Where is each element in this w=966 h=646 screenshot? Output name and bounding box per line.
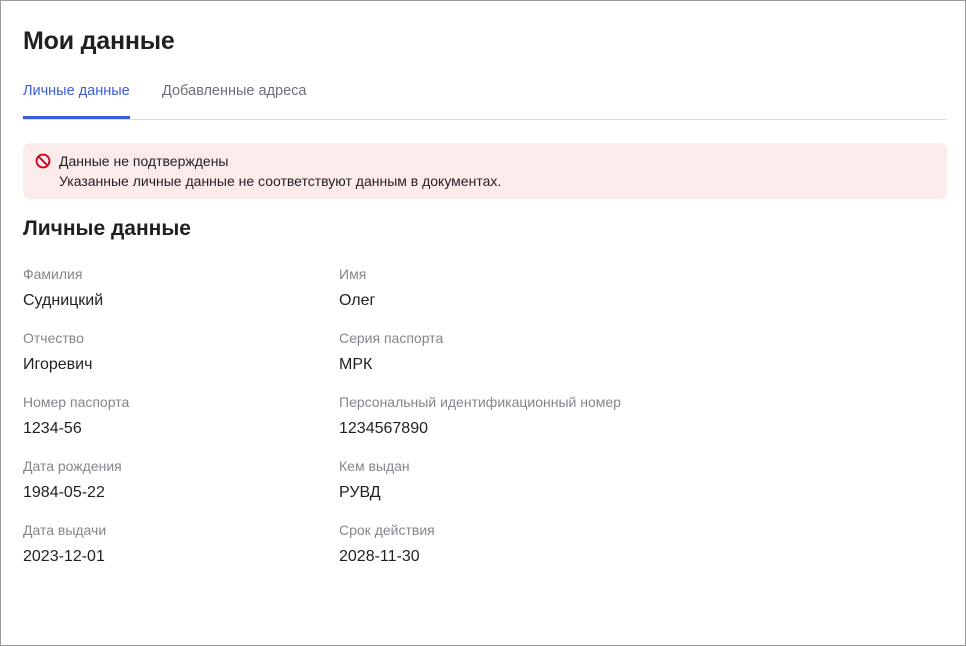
field-value: Олег — [339, 292, 376, 309]
tab-personal-data[interactable]: Личные данные — [23, 83, 130, 119]
field-value: 2023-12-01 — [23, 548, 105, 565]
field-value: МРК — [339, 356, 373, 373]
tab-bar: Личные данные Добавленные адреса — [23, 79, 947, 120]
section-title: Личные данные — [23, 217, 191, 240]
field-expiry-date: Срок действия 2028-11-30 — [339, 521, 639, 567]
field-issued-by: Кем выдан РУВД — [339, 457, 639, 503]
field-value: РУВД — [339, 484, 381, 501]
field-passport-series: Серия паспорта МРК — [339, 329, 639, 375]
field-label: Имя — [339, 266, 367, 282]
field-label: Отчество — [23, 330, 84, 346]
field-label: Персональный идентификационный номер — [339, 394, 621, 410]
field-surname: Фамилия Судницкий — [23, 265, 323, 311]
prohibited-icon — [35, 153, 51, 169]
field-label: Номер паспорта — [23, 394, 130, 410]
field-label: Срок действия — [339, 522, 435, 538]
field-value: 2028-11-30 — [339, 548, 420, 565]
field-issue-date: Дата выдачи 2023-12-01 — [23, 521, 323, 567]
field-value: 1234-56 — [23, 420, 82, 437]
window-frame: Мои данные Личные данные Добавленные адр… — [0, 0, 966, 646]
field-name: Имя Олег — [339, 265, 639, 311]
alert-message: Указанные личные данные не соответствуют… — [59, 173, 502, 189]
field-value: Судницкий — [23, 292, 104, 309]
field-value: Игоревич — [23, 356, 93, 373]
field-personal-id: Персональный идентификационный номер 123… — [339, 393, 739, 439]
field-label: Фамилия — [23, 266, 83, 282]
field-label: Дата рождения — [23, 458, 122, 474]
tab-added-addresses[interactable]: Добавленные адреса — [162, 83, 306, 118]
field-label: Серия паспорта — [339, 330, 444, 346]
field-label: Кем выдан — [339, 458, 410, 474]
page-title: Мои данные — [23, 27, 175, 55]
field-value: 1234567890 — [339, 420, 428, 437]
field-label: Дата выдачи — [23, 522, 107, 538]
field-passport-number: Номер паспорта 1234-56 — [23, 393, 323, 439]
error-alert: Данные не подтверждены Указанные личные … — [23, 143, 947, 199]
alert-title: Данные не подтверждены — [59, 153, 229, 169]
field-patronymic: Отчество Игоревич — [23, 329, 323, 375]
field-birth-date: Дата рождения 1984-05-22 — [23, 457, 323, 503]
field-value: 1984-05-22 — [23, 484, 105, 501]
